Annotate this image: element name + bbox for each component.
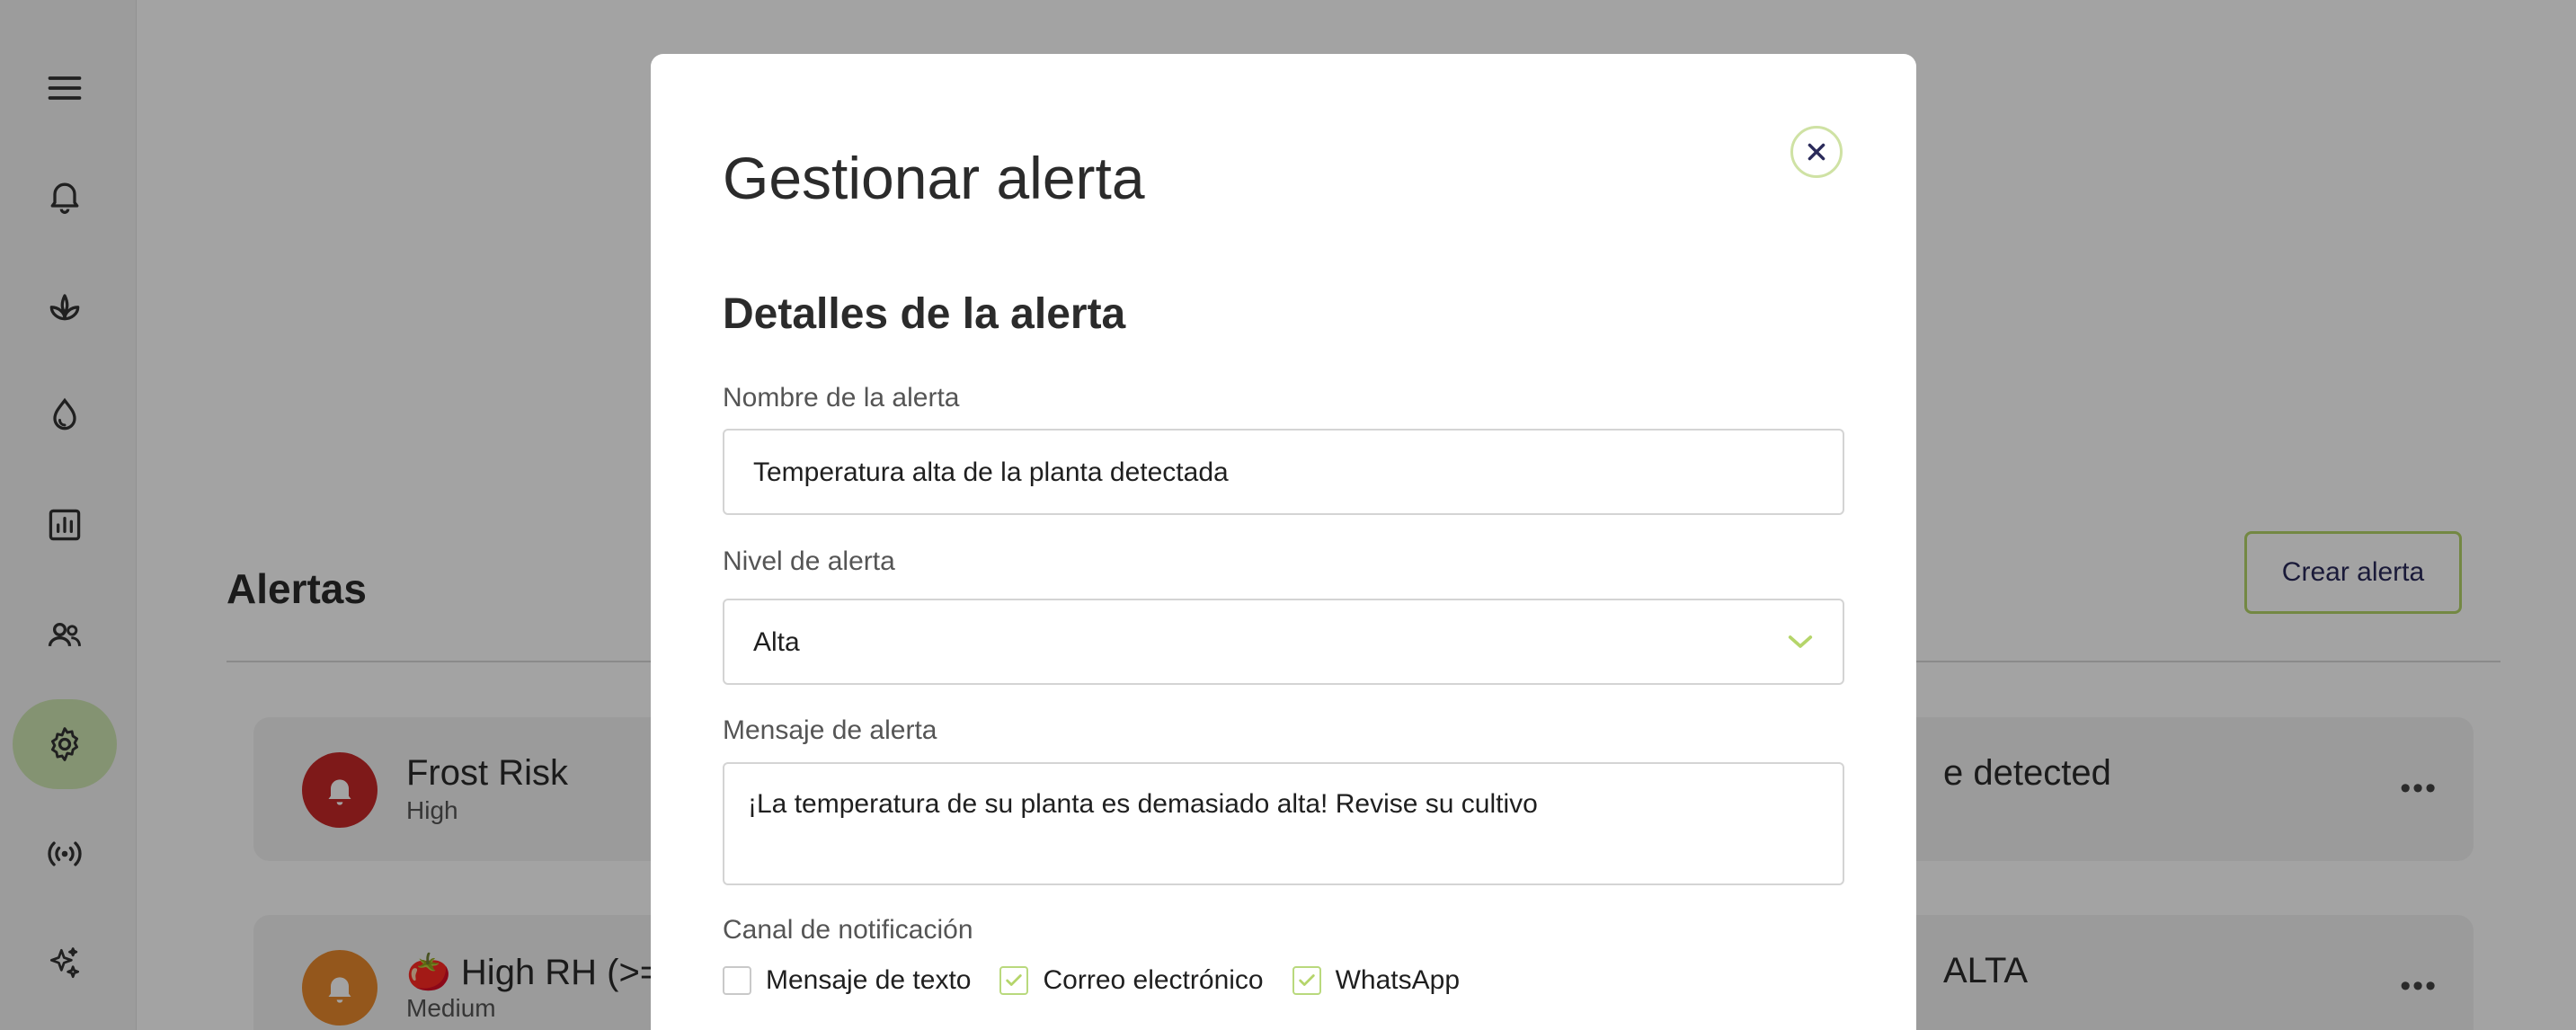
close-button[interactable] (1790, 126, 1843, 178)
channel-label: Mensaje de texto (766, 965, 972, 995)
channel-label: Correo electrónico (1043, 965, 1264, 995)
alert-level-label: Nivel de alerta (723, 546, 895, 576)
check-icon (1298, 974, 1315, 986)
channel-email[interactable]: Correo electrónico (999, 965, 1264, 996)
sms-checkbox[interactable] (723, 966, 751, 995)
section-title: Detalles de la alerta (723, 290, 1126, 338)
close-icon (1808, 143, 1825, 161)
alert-level-select[interactable]: Alta (723, 599, 1844, 685)
alert-name-input[interactable]: Temperatura alta de la planta detectada (723, 429, 1844, 515)
chevron-down-icon (1788, 635, 1813, 648)
notification-channels: Mensaje de texto Correo electrónico What… (723, 965, 1488, 996)
alert-name-value: Temperatura alta de la planta detectada (753, 457, 1229, 487)
email-checkbox[interactable] (999, 966, 1029, 995)
manage-alert-modal: Gestionar alerta Detalles de la alerta N… (651, 54, 1916, 1030)
whatsapp-checkbox[interactable] (1292, 966, 1321, 995)
alert-message-value: ¡La temperatura de su planta es demasiad… (748, 789, 1538, 819)
channel-whatsapp[interactable]: WhatsApp (1292, 965, 1460, 996)
check-icon (1006, 974, 1023, 986)
modal-title: Gestionar alerta (723, 145, 1145, 211)
alert-message-textarea[interactable]: ¡La temperatura de su planta es demasiad… (723, 762, 1844, 885)
channel-label: WhatsApp (1335, 965, 1461, 995)
alert-message-label: Mensaje de alerta (723, 715, 937, 745)
alert-level-value: Alta (753, 627, 800, 657)
notification-channel-label: Canal de notificación (723, 915, 973, 945)
channel-sms[interactable]: Mensaje de texto (723, 965, 971, 996)
alert-name-label: Nombre de la alerta (723, 383, 960, 413)
